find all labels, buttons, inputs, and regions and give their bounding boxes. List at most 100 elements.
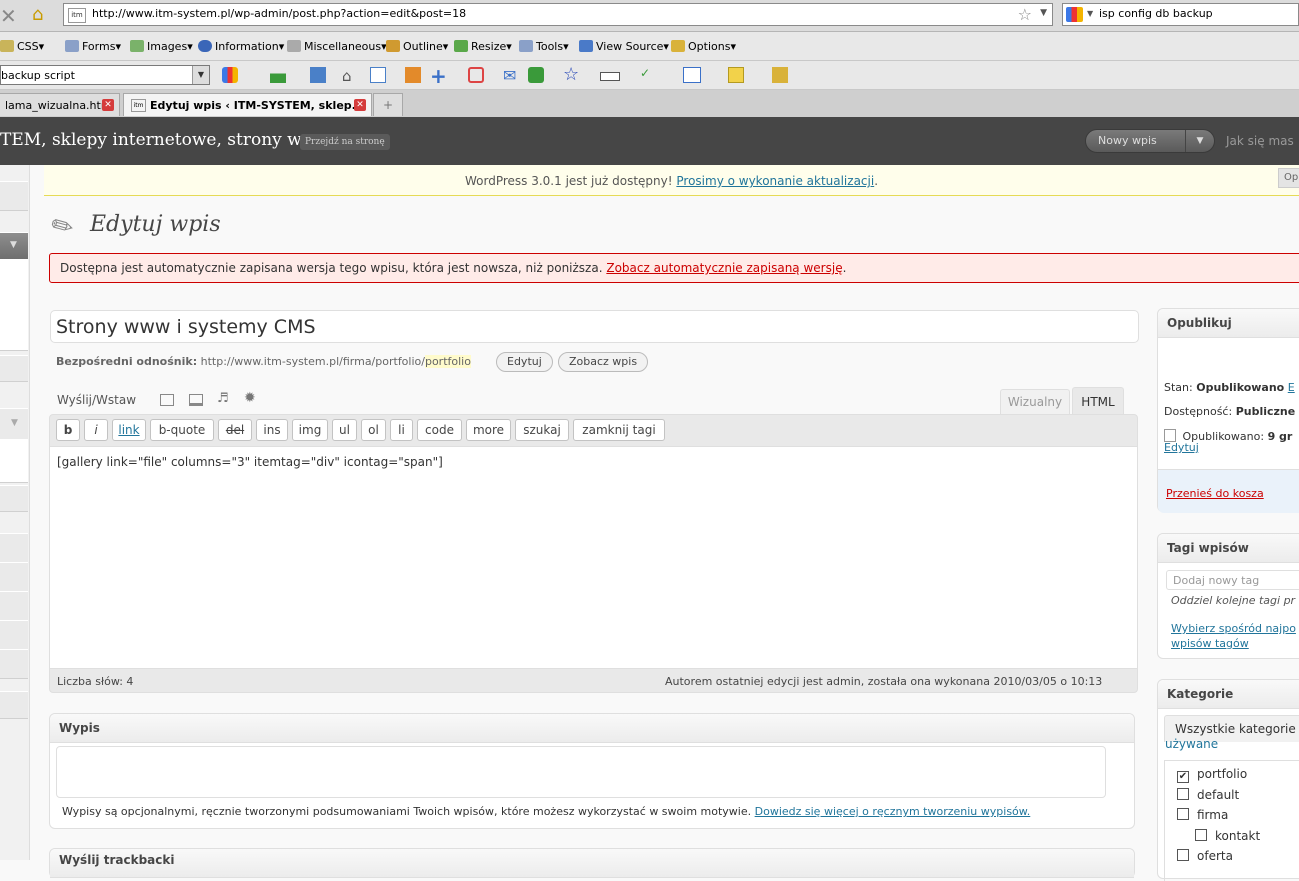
toolbar-item-miscellaneous[interactable]: Miscellaneous▾ <box>287 34 387 60</box>
toolbar-item-forms[interactable]: Forms▾ <box>65 34 121 60</box>
visit-site-button[interactable]: Przejdź na stronę <box>300 134 390 150</box>
qt-ol-button[interactable]: ol <box>361 419 386 441</box>
menu-item-dashboard[interactable] <box>0 181 28 211</box>
qt-search-button[interactable]: szukaj <box>515 419 569 441</box>
choose-tags-link[interactable]: Wybierz spośród najpo <box>1171 622 1296 635</box>
content-textarea[interactable]: [gallery link="file" columns="3" itemtag… <box>50 446 1137 669</box>
screen-options-button[interactable]: Op <box>1278 168 1299 188</box>
address-bar[interactable]: itm http://www.itm-system.pl/wp-admin/po… <box>63 3 1053 26</box>
upload-icon[interactable] <box>772 67 788 83</box>
menu-item-appearance[interactable] <box>0 562 28 592</box>
category-checkbox[interactable] <box>1195 829 1207 841</box>
pagerank-icon[interactable] <box>270 67 286 83</box>
chevron-down-icon[interactable]: ▼ <box>1185 130 1214 152</box>
tab-used-categories[interactable]: używane <box>1165 737 1218 751</box>
tab-edytuj-wpis[interactable]: itm Edytuj wpis ‹ ITM-SYSTEM, sklep... ✕ <box>123 93 372 116</box>
edit-pencil-icon[interactable] <box>405 67 421 83</box>
choose-tags-link-2[interactable]: wpisów tagów <box>1171 637 1249 650</box>
autosave-link[interactable]: Zobacz automatycznie zapisaną wersję <box>606 261 842 275</box>
qt-link-button[interactable]: link <box>112 419 146 441</box>
toolbar-item-images[interactable]: Images▾ <box>130 34 193 60</box>
tab-close-icon[interactable]: ✕ <box>354 99 366 111</box>
category-checkbox[interactable] <box>1177 808 1189 820</box>
new-tag-input[interactable]: Dodaj nowy tag <box>1166 570 1299 590</box>
plus-icon[interactable]: + <box>430 64 447 88</box>
category-item[interactable]: firma <box>1177 808 1228 822</box>
calendar-icon[interactable] <box>370 67 386 83</box>
qt-more-button[interactable]: more <box>466 419 511 441</box>
update-nag-link[interactable]: Prosimy o wykonanie aktualizacji <box>676 174 874 188</box>
add-audio-icon[interactable]: ♬ <box>217 391 229 406</box>
qt-italic-button[interactable]: i <box>84 419 108 441</box>
publish-date-edit-link[interactable]: Edytuj <box>1164 441 1199 454</box>
google-icon[interactable] <box>1066 7 1083 22</box>
menu-item-links[interactable]: ▼ <box>0 408 28 440</box>
qt-li-button[interactable]: li <box>390 419 413 441</box>
toolbar-item-view-source[interactable]: View Source▾ <box>579 34 669 60</box>
toolbar-search-dropdown-icon[interactable]: ▼ <box>192 66 209 84</box>
rectangle-icon[interactable] <box>600 72 620 81</box>
toolbar-item-resize[interactable]: Resize▾ <box>454 34 512 60</box>
bookmarks-icon[interactable] <box>310 67 326 83</box>
qt-img-button[interactable]: img <box>292 419 328 441</box>
qt-del-button[interactable]: del <box>218 419 252 441</box>
excerpt-help-link[interactable]: Dowiedz się więcej o ręcznym tworzeniu w… <box>755 805 1031 818</box>
menu-arrow-icon[interactable]: ▼ <box>11 418 18 428</box>
toolbar-item-tools[interactable]: Tools▾ <box>519 34 569 60</box>
dropdown-arrow-icon[interactable]: ▼ <box>1040 8 1047 18</box>
search-bar[interactable]: ▼ isp config db backup <box>1062 3 1299 26</box>
tab-lama-wizualna[interactable]: lama_wizualna.html ✕ <box>0 93 120 116</box>
title-input[interactable]: Strony www i systemy CMS <box>50 310 1139 343</box>
star-bookmark-icon[interactable]: ☆ <box>563 64 579 85</box>
menu-item-posts-header[interactable]: ▼ <box>0 232 28 260</box>
notes-icon[interactable] <box>728 67 744 83</box>
add-media-icon[interactable]: ✹ <box>244 390 256 406</box>
share-icon[interactable] <box>528 67 544 83</box>
new-tab-button[interactable]: + <box>373 93 403 116</box>
add-image-icon[interactable] <box>160 394 174 406</box>
search-engine-dropdown-icon[interactable]: ▼ <box>1087 9 1093 18</box>
qt-bold-button[interactable]: b <box>56 419 80 441</box>
categories-title[interactable]: Kategorie <box>1158 680 1299 709</box>
menu-item-media[interactable] <box>0 355 28 382</box>
permalink-slug[interactable]: portfolio <box>424 355 471 368</box>
menu-item-settings[interactable] <box>0 691 28 719</box>
publish-title[interactable]: Opublikuj <box>1158 309 1299 338</box>
stop-icon[interactable]: ✕ <box>0 4 17 28</box>
spellcheck-icon[interactable]: ✓ <box>640 66 650 80</box>
toolbar-item-options[interactable]: Options▾ <box>671 34 736 60</box>
site-title[interactable]: TEM, sklepy internetowe, strony w... <box>0 130 316 150</box>
autolink-icon[interactable] <box>683 67 701 83</box>
view-post-button[interactable]: Zobacz wpis <box>558 352 649 372</box>
toolbar-item-css[interactable]: CSS▾ <box>0 34 44 60</box>
category-item[interactable]: oferta <box>1177 849 1233 863</box>
toolbar-item-outline[interactable]: Outline▾ <box>386 34 448 60</box>
tab-html[interactable]: HTML <box>1072 387 1124 415</box>
excerpt-title[interactable]: Wypis <box>50 714 1134 743</box>
menu-item-comments[interactable] <box>0 533 28 563</box>
home-icon[interactable]: ⌂ <box>32 4 43 25</box>
category-item[interactable]: kontakt <box>1195 829 1260 843</box>
permalink-edit-button[interactable]: Edytuj <box>496 352 553 372</box>
category-checkbox[interactable] <box>1177 849 1189 861</box>
toolbar-search-box[interactable]: backup script ▼ <box>0 65 210 85</box>
category-item[interactable]: ✔ portfolio <box>1177 767 1247 783</box>
qt-ul-button[interactable]: ul <box>332 419 357 441</box>
excerpt-textarea[interactable] <box>56 746 1106 798</box>
qt-close-tags-button[interactable]: zamknij tagi <box>573 419 665 441</box>
menu-item-plugins[interactable] <box>0 591 28 621</box>
tags-title[interactable]: Tagi wpisów <box>1158 534 1299 563</box>
qt-code-button[interactable]: code <box>417 419 462 441</box>
toolbar-item-information[interactable]: Information▾ <box>198 34 284 60</box>
move-to-trash-link[interactable]: Przenieś do kosza <box>1166 487 1264 500</box>
google-search-icon[interactable] <box>222 67 238 83</box>
menu-collapse-arrow-icon[interactable]: ▼ <box>10 240 17 250</box>
menu-item-users[interactable] <box>0 620 28 650</box>
tab-visual[interactable]: Wizualny <box>1000 389 1070 414</box>
qt-bquote-button[interactable]: b-quote <box>150 419 214 441</box>
category-checkbox[interactable]: ✔ <box>1177 771 1189 783</box>
tab-close-icon[interactable]: ✕ <box>102 99 114 111</box>
museum-icon[interactable]: ⌂ <box>342 67 352 85</box>
new-post-dropdown[interactable]: Nowy wpis ▼ <box>1085 129 1215 153</box>
bookmark-star-icon[interactable]: ☆ <box>1018 5 1032 24</box>
